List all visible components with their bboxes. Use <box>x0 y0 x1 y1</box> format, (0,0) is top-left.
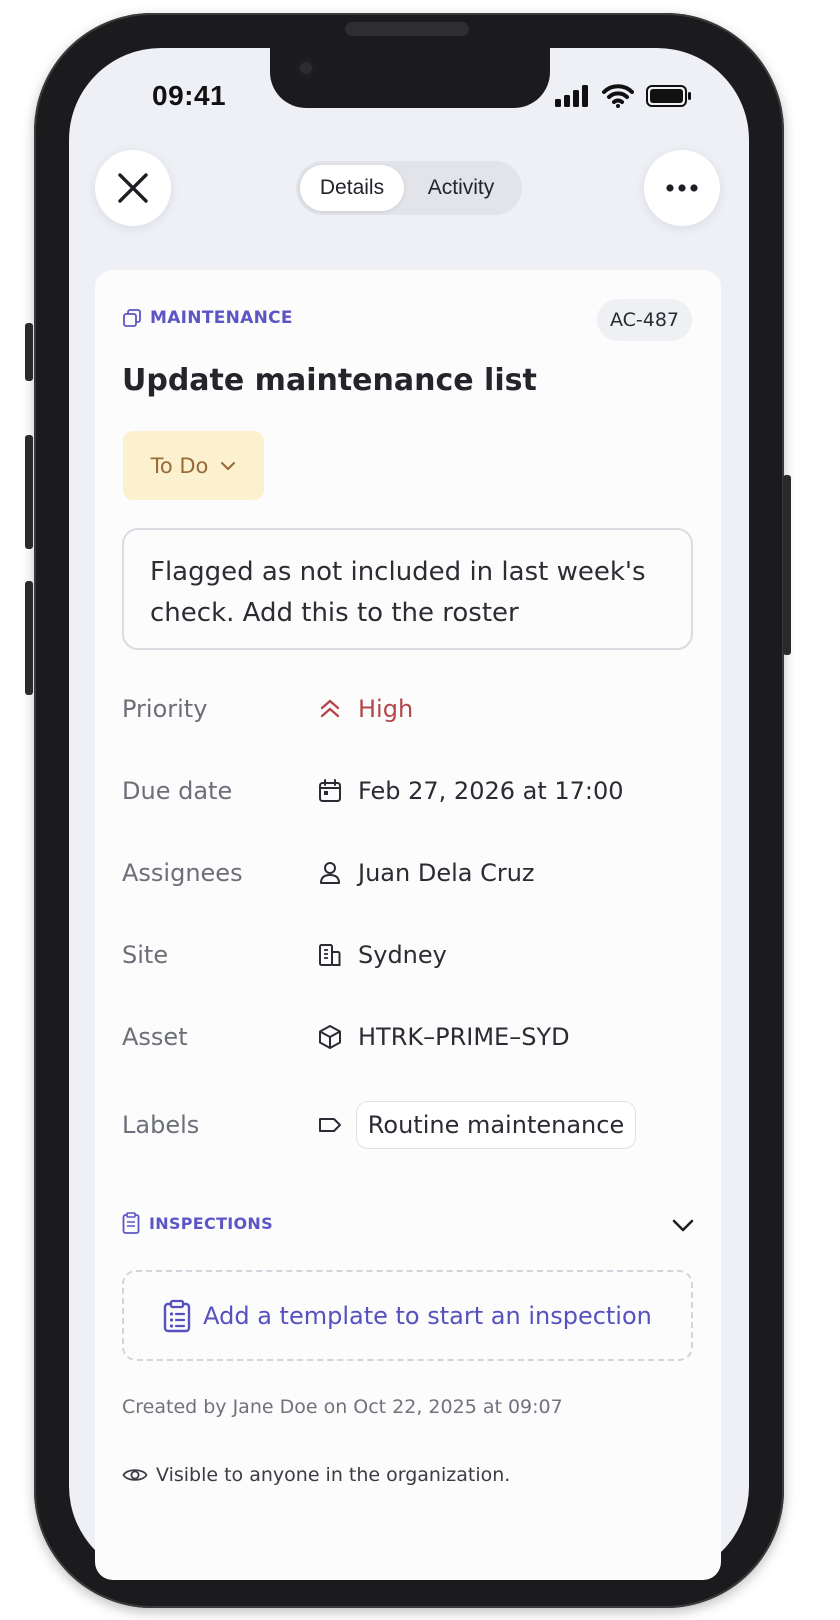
label-chip[interactable]: Routine maintenance <box>356 1101 636 1149</box>
tab-switcher: Details Activity <box>296 161 522 215</box>
mute-switch <box>25 323 33 381</box>
chevrons-up-icon <box>320 699 340 718</box>
speaker <box>345 22 469 36</box>
building-icon <box>319 944 341 966</box>
wifi-icon <box>602 84 634 108</box>
maintenance-icon <box>123 309 141 327</box>
assignees-value[interactable]: Juan Dela Cruz <box>358 859 535 887</box>
status-icons <box>554 84 692 108</box>
task-id-badge: AC-487 <box>597 299 692 341</box>
calendar-icon <box>319 779 341 802</box>
chevron-down-icon[interactable] <box>668 1210 698 1240</box>
add-template-button[interactable]: Add a template to start an inspection <box>122 1270 693 1361</box>
close-icon <box>118 173 148 203</box>
power-button <box>783 475 791 655</box>
clipboard-icon <box>122 1212 140 1234</box>
asset-value[interactable]: HTRK–PRIME–SYD <box>358 1023 570 1051</box>
labels-label: Labels <box>122 1111 200 1139</box>
notch <box>270 48 550 108</box>
category-label: MAINTENANCE <box>150 308 293 328</box>
visibility-text: Visible to anyone in the organization. <box>156 1464 511 1486</box>
priority-label: Priority <box>122 695 208 723</box>
close-button[interactable] <box>95 150 171 226</box>
more-icon <box>666 184 698 192</box>
asset-label: Asset <box>122 1023 188 1051</box>
camera <box>296 58 316 78</box>
description-field[interactable]: Flagged as not included in last week's c… <box>122 528 693 650</box>
site-value[interactable]: Sydney <box>358 941 447 969</box>
more-button[interactable] <box>644 150 720 226</box>
inspections-heading: INSPECTIONS <box>149 1213 273 1233</box>
eye-icon <box>122 1469 148 1481</box>
due-date-value[interactable]: Feb 27, 2026 at 17:00 <box>358 777 624 805</box>
inspections-header: INSPECTIONS <box>122 1212 273 1234</box>
tab-activity[interactable]: Activity <box>404 165 518 211</box>
category-row: MAINTENANCE <box>122 308 293 328</box>
due-date-label: Due date <box>122 777 233 805</box>
assignees-label: Assignees <box>122 859 243 887</box>
tab-details[interactable]: Details <box>300 165 404 211</box>
status-time: 09:41 <box>152 80 227 111</box>
tag-icon <box>319 1118 341 1132</box>
user-icon <box>320 862 340 884</box>
battery-icon <box>646 85 691 107</box>
visibility-info: Visible to anyone in the organization. <box>122 1464 510 1486</box>
volume-up-button <box>25 435 33 549</box>
status-label: To Do <box>150 453 209 478</box>
clipboard-list-icon <box>163 1299 191 1332</box>
created-info: Created by Jane Doe on Oct 22, 2025 at 0… <box>122 1396 563 1418</box>
signal-icon <box>555 85 588 107</box>
add-template-label: Add a template to start an inspection <box>203 1301 652 1330</box>
cube-icon <box>319 1025 341 1049</box>
priority-value[interactable]: High <box>358 695 413 723</box>
site-label: Site <box>122 941 169 969</box>
volume-down-button <box>25 581 33 695</box>
task-title: Update maintenance list <box>122 363 537 398</box>
chevron-down-icon <box>221 461 236 470</box>
status-dropdown[interactable]: To Do <box>123 431 264 500</box>
